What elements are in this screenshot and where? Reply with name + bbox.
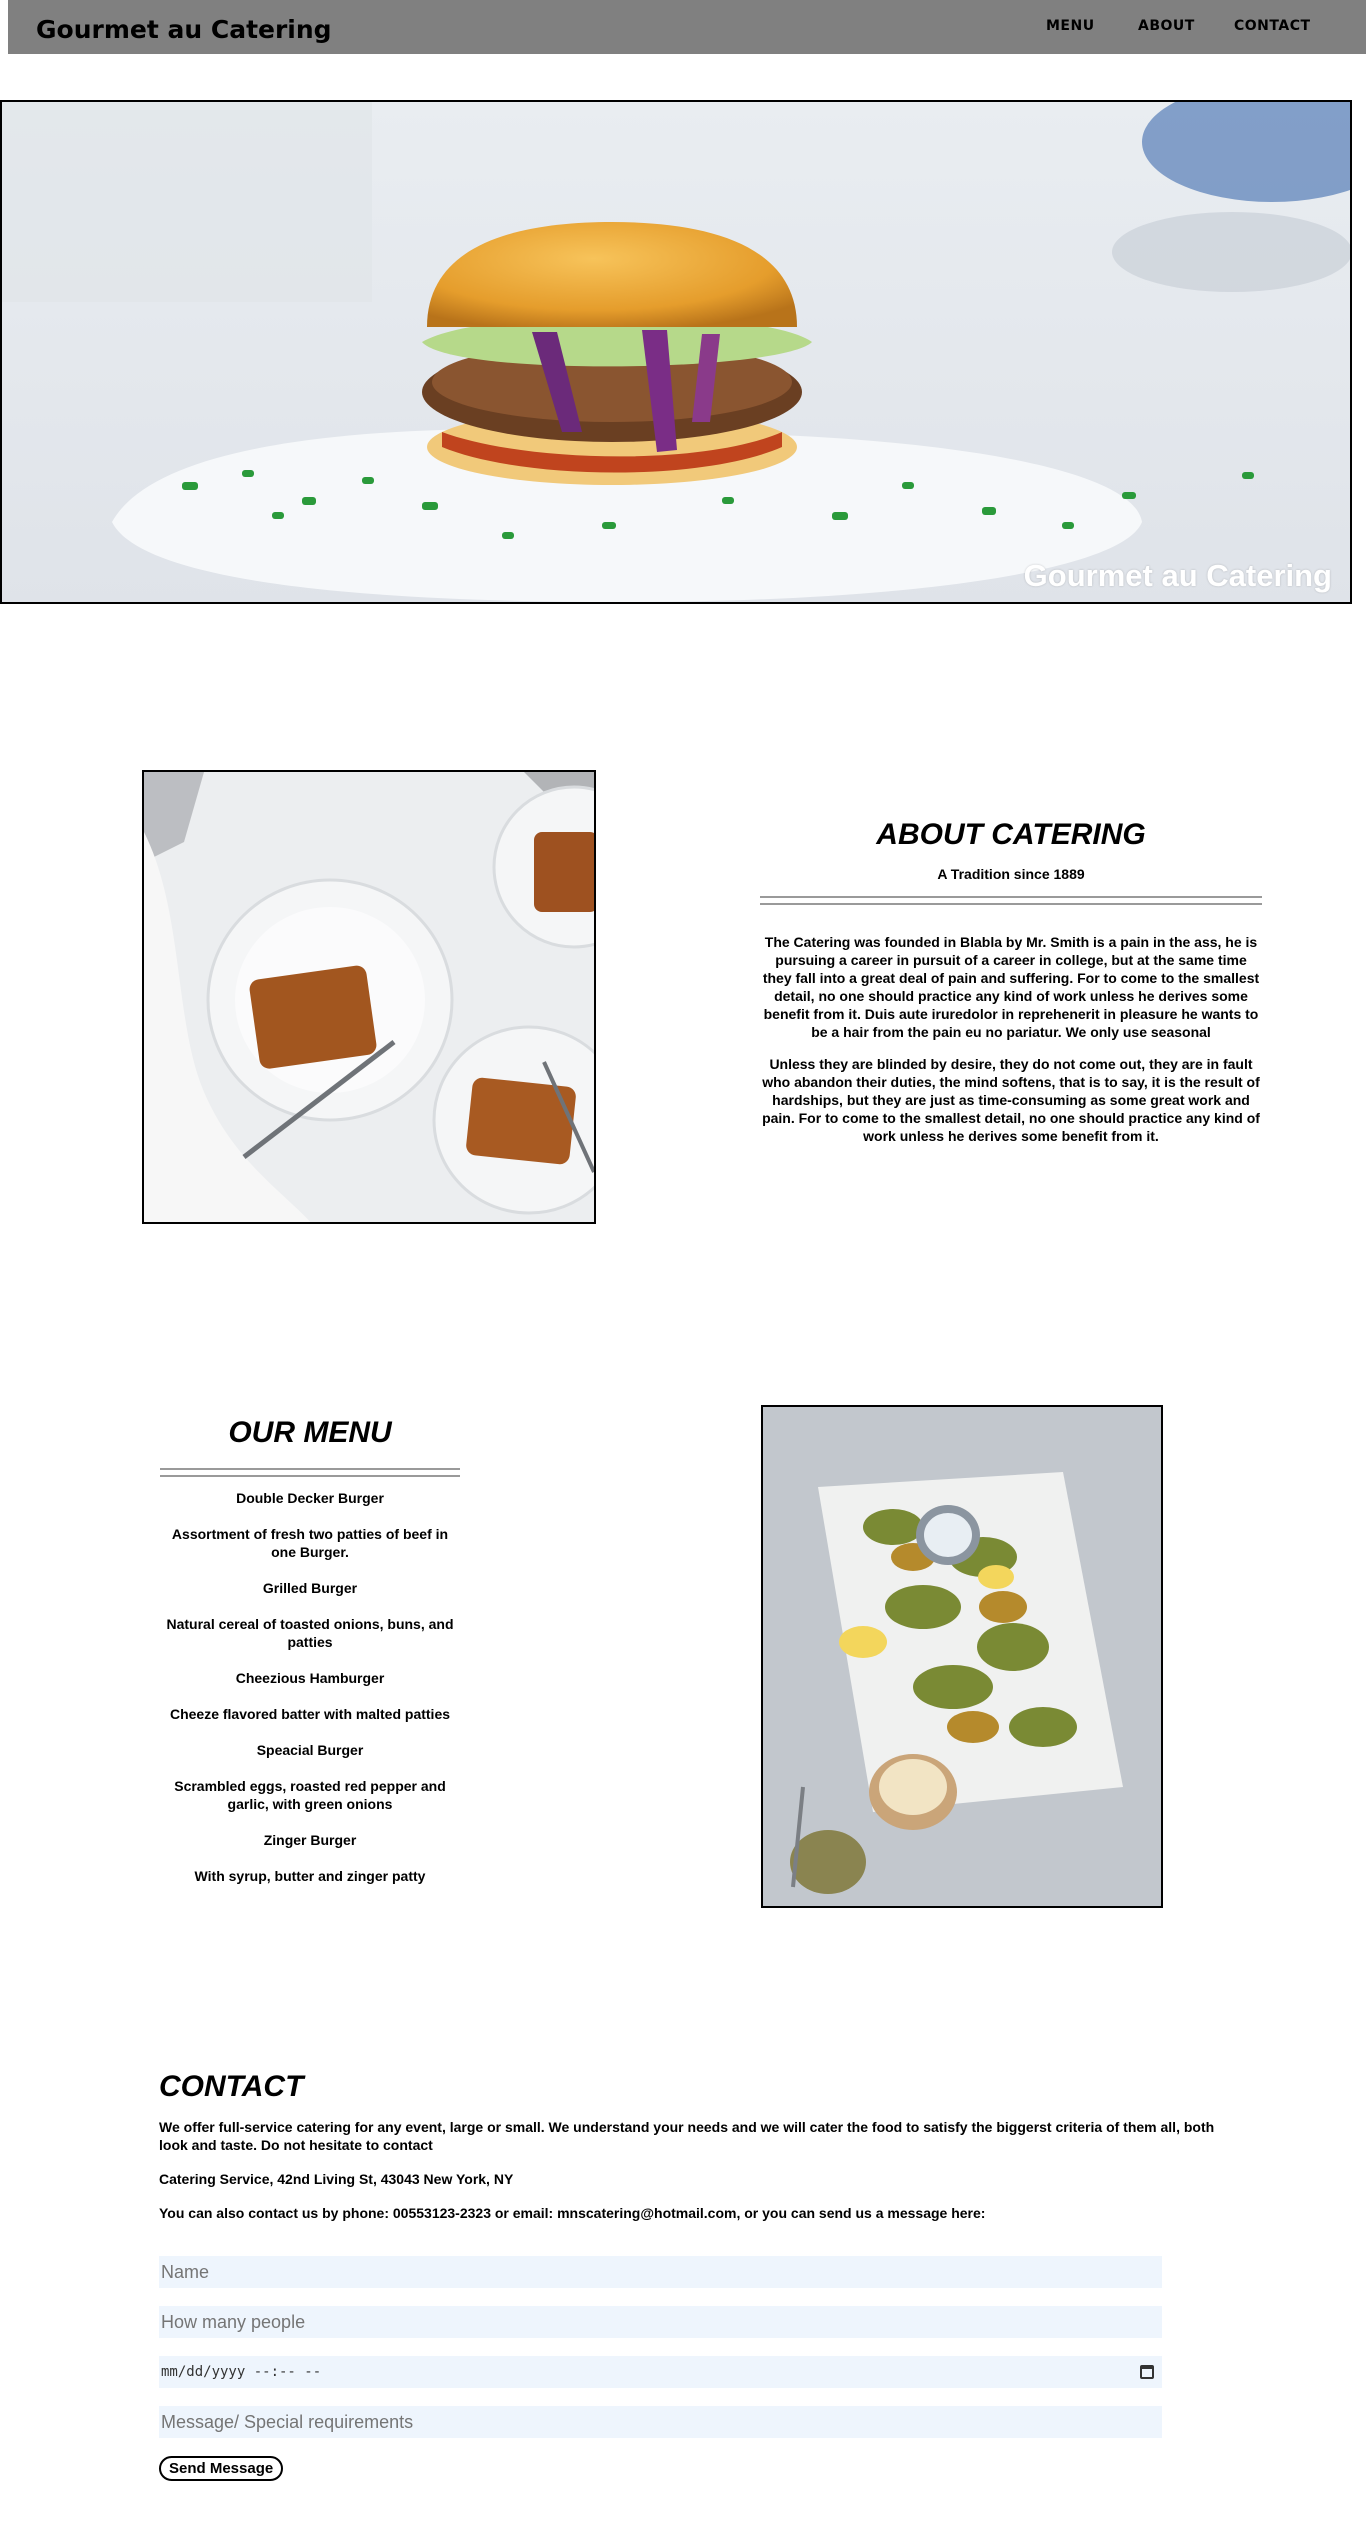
datetime-input[interactable]: mm/dd/yyyy --:-- -- [159,2356,1162,2388]
hero-banner: Gourmet au Catering [0,100,1352,604]
about-paragraph-1: The Catering was founded in Blabla by Mr… [762,934,1260,1040]
menu-item-name: Zinger Burger [263,1832,357,1848]
brand-title[interactable]: Gourmet au Catering [36,15,332,44]
about-divider [760,896,1262,905]
name-input[interactable] [159,2256,1162,2288]
nav-link-about[interactable]: ABOUT [1138,18,1195,34]
menu-item-desc: Assortment of fresh two patties of beef … [171,1526,449,1560]
nav-link-contact[interactable]: CONTACT [1234,18,1311,34]
contact-section: CONTACT We offer full-service catering f… [159,2070,1239,2481]
top-navbar: Gourmet au Catering MENU ABOUT CONTACT [8,0,1366,54]
menu-item-desc: Natural cereal of toasted onions, buns, … [166,1616,454,1650]
contact-phone-email: You can also contact us by phone: 005531… [159,2205,986,2221]
about-section: ABOUT CATERING A Tradition since 1889 Th… [760,818,1262,1145]
hero-caption: Gourmet au Catering [1023,558,1332,593]
message-input[interactable] [159,2406,1162,2438]
menu-divider [160,1468,460,1477]
calendar-icon[interactable] [1140,2365,1154,2379]
menu-section: OUR MENU Double Decker Burger Assortment… [160,1416,460,1903]
send-message-button[interactable]: Send Message [159,2456,284,2481]
menu-item-name: Speacial Burger [256,1742,364,1758]
contact-intro: We offer full-service catering for any e… [159,2119,1215,2153]
menu-heading: OUR MENU [228,1416,392,1449]
menu-item-name: Double Decker Burger [236,1490,384,1506]
datetime-placeholder: mm/dd/yyyy --:-- -- [161,2364,322,2380]
menu-food-image [761,1405,1163,1908]
menu-item-name: Cheezious Hamburger [235,1670,385,1686]
about-tagline: A Tradition since 1889 [937,866,1085,882]
hero-burger-image [2,102,1350,602]
about-heading: ABOUT CATERING [876,818,1146,851]
nav-link-menu[interactable]: MENU [1046,18,1095,34]
menu-item-desc: Cheeze flavored batter with malted patti… [169,1706,451,1722]
people-count-input[interactable] [159,2306,1162,2338]
contact-address: Catering Service, 42nd Living St, 43043 … [159,2171,514,2187]
about-dessert-image [142,770,596,1224]
menu-item-name: Grilled Burger [262,1580,358,1596]
contact-heading: CONTACT [159,2070,304,2103]
menu-item-desc: Scrambled eggs, roasted red pepper and g… [174,1778,446,1812]
menu-item-desc: With syrup, butter and zinger patty [194,1868,426,1884]
about-paragraph-2: Unless they are blinded by desire, they … [762,1056,1260,1144]
